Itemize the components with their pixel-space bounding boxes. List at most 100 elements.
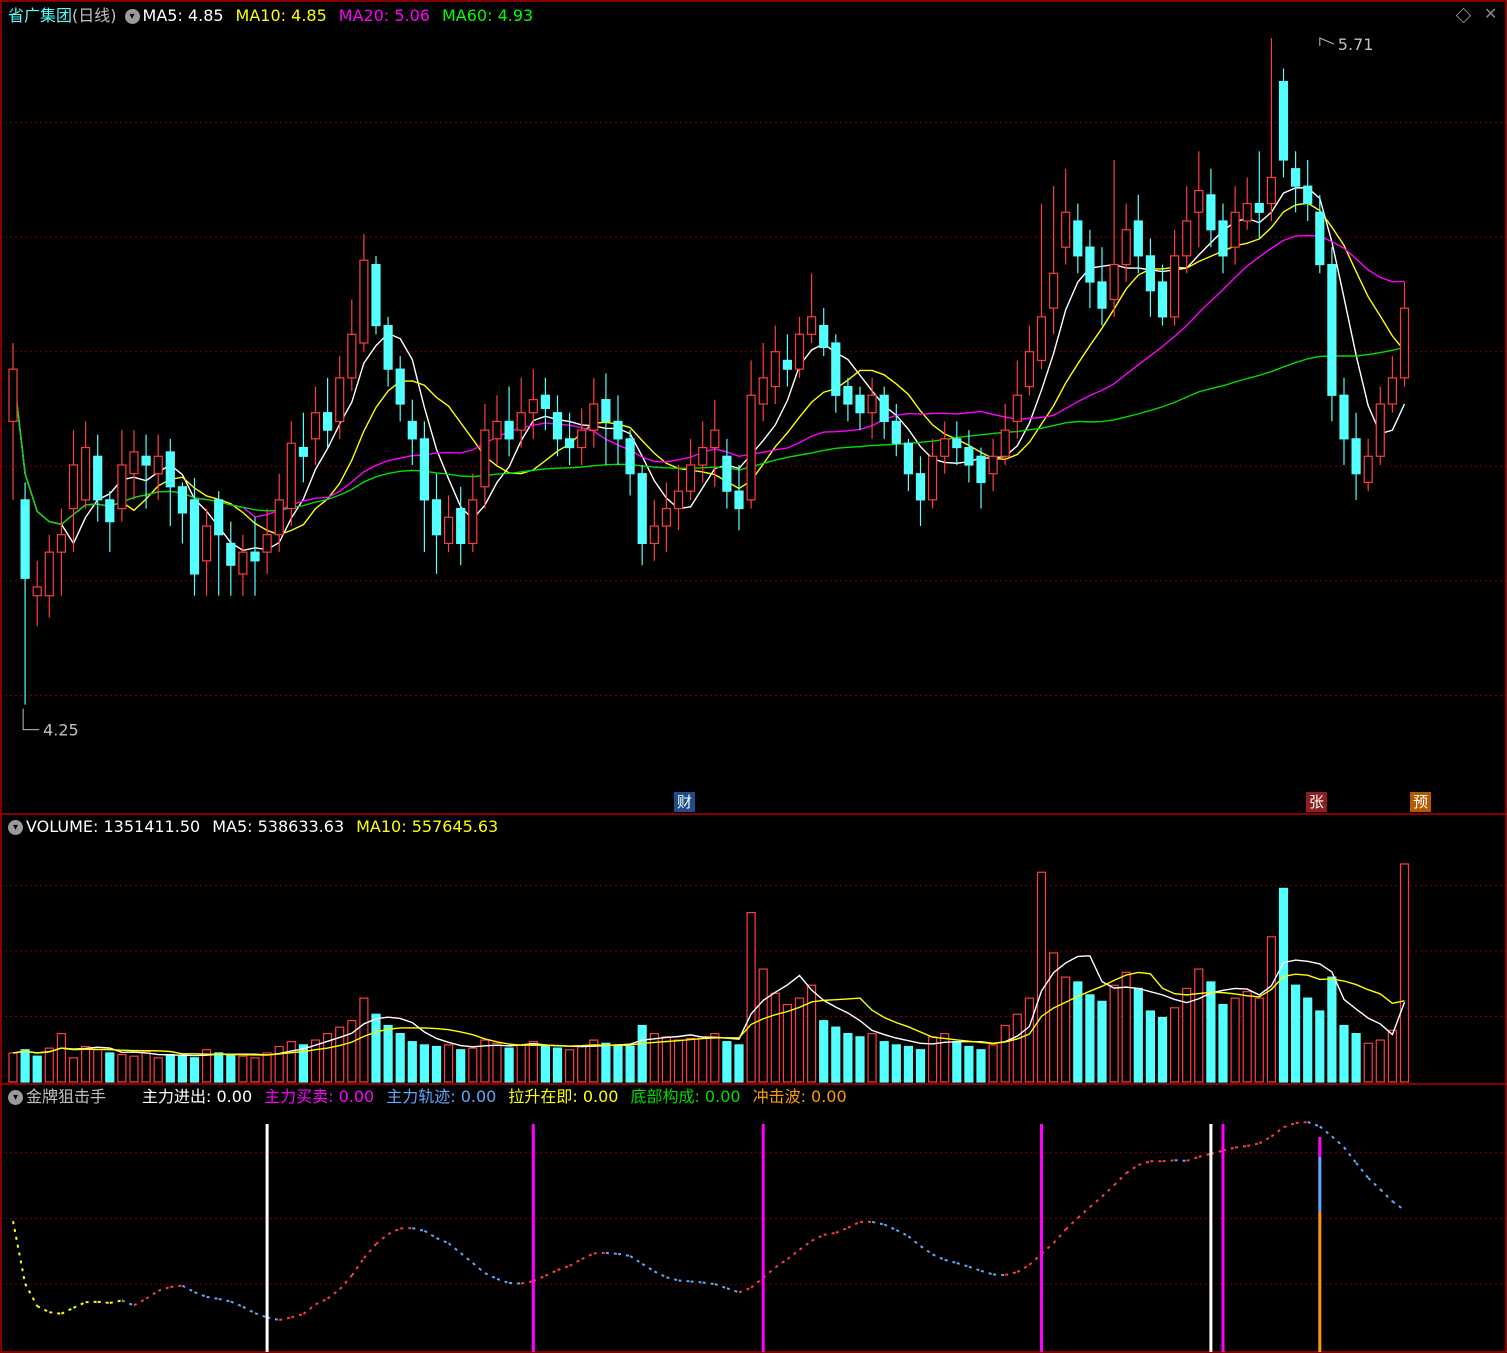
candle-body	[371, 263, 381, 327]
indicator-name[interactable]: 金牌狙击手	[26, 1087, 106, 1106]
indicator-segment	[521, 1280, 534, 1285]
candle-body	[819, 324, 829, 348]
candle-body	[1254, 202, 1264, 213]
candle-body	[964, 446, 974, 466]
volume-bar	[1157, 1016, 1168, 1083]
volume-bar	[214, 1052, 224, 1083]
signal-bar	[531, 1124, 535, 1352]
volume-bar	[407, 1041, 417, 1083]
volume-bar	[456, 1049, 466, 1083]
indicator-segment	[919, 1245, 934, 1256]
indicator-value-0: 主力进出: 0.00	[142, 1087, 253, 1106]
indicator-value-4: 底部构成: 0.00	[630, 1087, 741, 1106]
limit-up-marker[interactable]: 张	[1306, 792, 1328, 812]
candle-body	[419, 438, 429, 501]
candle-body	[516, 412, 526, 431]
signal-bar	[1209, 1124, 1213, 1352]
close-icon[interactable]: ✕	[1484, 4, 1497, 23]
indicator-segment	[242, 1305, 256, 1315]
candle-body	[722, 455, 732, 492]
indicator-value-1: 主力买卖: 0.00	[264, 1087, 375, 1106]
volume-bar	[734, 1044, 744, 1083]
indicator-segment	[798, 1240, 813, 1251]
indicator-segment	[774, 1258, 788, 1269]
volume-bar	[891, 1044, 901, 1083]
candle-body	[577, 429, 587, 449]
indicator-segment	[496, 1277, 510, 1284]
volume-bar	[1399, 863, 1410, 1083]
volume-bar	[1206, 981, 1216, 1083]
ma5-line	[12, 187, 1406, 552]
candle-body	[68, 464, 79, 510]
indicator-segment	[1355, 1162, 1369, 1179]
candle-body	[298, 446, 308, 457]
indicator-segment	[1186, 1155, 1200, 1162]
forecast-marker[interactable]: 预	[1410, 792, 1432, 812]
volume-bar	[637, 1024, 647, 1083]
candle-body	[685, 464, 696, 492]
candlestick-chart[interactable]: 5.71 4.25	[0, 0, 1507, 1353]
chevron-down-icon[interactable]: ▾	[8, 820, 23, 835]
volume-bar	[93, 1049, 103, 1083]
signal-bar	[1318, 1137, 1322, 1157]
candle-body	[952, 438, 962, 449]
indicator-segment	[181, 1284, 195, 1294]
candle-body	[238, 551, 248, 575]
volume-bar	[794, 997, 805, 1083]
candle-body	[1339, 394, 1349, 440]
volume-bars	[8, 863, 1410, 1083]
indicator-segment	[278, 1316, 292, 1321]
indicator-marks	[12, 1121, 1406, 1352]
indicator-segment	[678, 1279, 691, 1283]
indicator-segment	[1101, 1184, 1115, 1198]
ma-legend-values: MA5: 4.85 MA10: 4.85 MA20: 5.06 MA60: 4.93	[143, 6, 546, 25]
candle-body	[976, 455, 986, 484]
indicator-segment	[1198, 1152, 1212, 1158]
indicator-segment	[97, 1300, 110, 1304]
volume-bar	[250, 1057, 260, 1083]
volume-bar	[419, 1044, 429, 1083]
indicator-segment	[338, 1274, 353, 1290]
chart-border	[0, 0, 1507, 1353]
signal-bar	[761, 1124, 765, 1352]
candle-body	[1278, 80, 1289, 161]
candle-body	[250, 551, 260, 562]
candle-body	[794, 333, 805, 370]
candle-body	[177, 486, 187, 514]
candle-body	[1363, 455, 1373, 484]
candle-body	[528, 399, 538, 414]
indicator-segment	[1138, 1160, 1151, 1166]
volume-bar	[286, 1041, 296, 1083]
indicator-segment	[1028, 1253, 1043, 1266]
volume-bar	[988, 1044, 998, 1083]
candle-body	[1290, 168, 1301, 187]
indicator-segment	[1174, 1159, 1187, 1162]
indicator-segment	[593, 1251, 606, 1255]
candle-body	[456, 507, 466, 545]
volume-bar	[129, 1055, 139, 1083]
volume-bar	[44, 1047, 54, 1083]
volume-bar	[867, 1032, 877, 1083]
chevron-down-icon[interactable]: ▾	[124, 9, 140, 24]
volume-bar	[20, 1049, 30, 1083]
finance-marker[interactable]: 财	[674, 792, 696, 812]
volume-bar	[1133, 987, 1143, 1083]
indicator-segment	[291, 1313, 304, 1319]
candle-body	[141, 455, 151, 466]
stock-name[interactable]: 省广集团	[8, 6, 72, 25]
volume-bar	[1061, 976, 1071, 1083]
candle-body	[153, 455, 163, 475]
candle-body	[1024, 351, 1035, 388]
candle-body	[1218, 220, 1228, 257]
indicator-segment	[423, 1229, 438, 1239]
indicator-segment	[133, 1297, 147, 1307]
indicator-segment	[1089, 1195, 1103, 1208]
volume-bar	[806, 984, 817, 1083]
candle-body	[698, 446, 708, 466]
chevron-down-icon[interactable]: ▾	[8, 1090, 23, 1105]
candle-body	[903, 442, 914, 475]
indicator-segment	[932, 1253, 946, 1261]
volume-bar	[964, 1045, 974, 1083]
volume-bar	[685, 1037, 696, 1083]
volume-bar	[758, 968, 768, 1083]
